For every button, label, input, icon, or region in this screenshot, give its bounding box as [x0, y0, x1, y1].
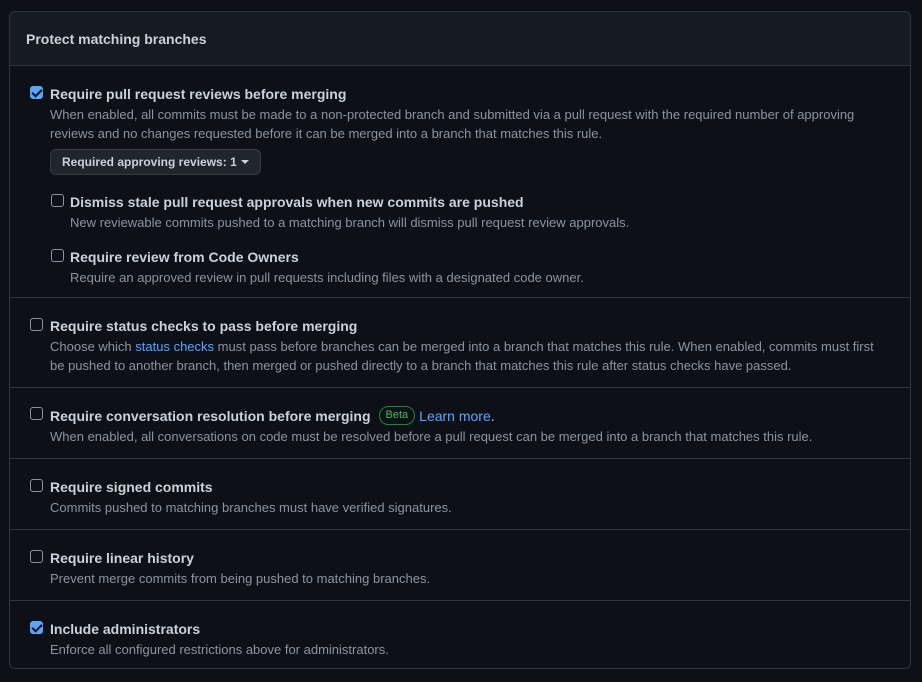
rule-code-owners: Require review from Code Owners Require …	[10, 248, 910, 287]
dismiss-stale-title[interactable]: Dismiss stale pull request approvals whe…	[70, 193, 890, 211]
pr-reviews-desc: When enabled, all commits must be made t…	[50, 107, 855, 141]
rule-admins: Include administrators Enforce all confi…	[10, 620, 910, 659]
conversation-title-row: Require conversation resolution before m…	[50, 406, 890, 425]
signed-title[interactable]: Require signed commits	[50, 478, 890, 496]
rule-status-checks: Require status checks to pass before mer…	[10, 317, 910, 375]
conversation-checkbox[interactable]	[30, 407, 43, 420]
code-owners-checkbox[interactable]	[51, 249, 64, 262]
approving-reviews-value: 1	[230, 155, 237, 169]
caret-down-icon	[240, 160, 249, 164]
section-status-checks: Require status checks to pass before mer…	[10, 298, 910, 388]
conversation-desc: When enabled, all conversations on code …	[50, 429, 813, 444]
learn-more-link[interactable]: Learn more	[419, 407, 491, 425]
learn-more-dot: .	[490, 407, 495, 424]
status-checks-desc: Choose which status checks must pass bef…	[50, 337, 890, 375]
pr-reviews-checkbox[interactable]	[30, 86, 43, 99]
admins-desc: Enforce all configured restrictions abov…	[50, 642, 389, 657]
rule-dismiss-stale: Dismiss stale pull request approvals whe…	[10, 193, 910, 232]
approving-reviews-label: Required approving reviews:	[62, 155, 227, 169]
dismiss-stale-desc: New reviewable commits pushed to a match…	[70, 215, 630, 230]
code-owners-title[interactable]: Require review from Code Owners	[70, 248, 890, 266]
linear-title[interactable]: Require linear history	[50, 549, 890, 567]
rule-linear: Require linear history Prevent merge com…	[10, 549, 910, 588]
admins-checkbox[interactable]	[30, 621, 43, 634]
rule-pr-reviews: Require pull request reviews before merg…	[10, 85, 910, 175]
linear-desc: Prevent merge commits from being pushed …	[50, 571, 431, 586]
conversation-title[interactable]: Require conversation resolution before m…	[50, 407, 371, 425]
status-checks-link[interactable]: status checks	[135, 339, 214, 354]
panel-header: Protect matching branches	[10, 12, 910, 66]
signed-desc: Commits pushed to matching branches must…	[50, 500, 452, 515]
section-admins: Include administrators Enforce all confi…	[10, 601, 910, 668]
signed-checkbox[interactable]	[30, 479, 43, 492]
linear-checkbox[interactable]	[30, 550, 43, 563]
section-pr-reviews: Require pull request reviews before merg…	[10, 66, 910, 298]
pr-reviews-title[interactable]: Require pull request reviews before merg…	[50, 85, 890, 103]
rule-conversation: Require conversation resolution before m…	[10, 406, 910, 446]
section-conversation: Require conversation resolution before m…	[10, 388, 910, 459]
panel-title: Protect matching branches	[26, 30, 207, 47]
beta-badge: Beta	[378, 406, 416, 425]
section-linear: Require linear history Prevent merge com…	[10, 530, 910, 601]
branch-protection-panel: Protect matching branches Require pull r…	[9, 11, 911, 669]
status-checks-checkbox[interactable]	[30, 318, 43, 331]
dismiss-stale-checkbox[interactable]	[51, 194, 64, 207]
section-signed: Require signed commits Commits pushed to…	[10, 459, 910, 530]
rule-signed: Require signed commits Commits pushed to…	[10, 478, 910, 517]
status-checks-title[interactable]: Require status checks to pass before mer…	[50, 317, 890, 335]
code-owners-desc: Require an approved review in pull reque…	[70, 270, 584, 285]
status-checks-desc-before: Choose which	[50, 339, 136, 354]
admins-title[interactable]: Include administrators	[50, 620, 890, 638]
approving-reviews-select[interactable]: Required approving reviews: 1	[50, 149, 261, 175]
